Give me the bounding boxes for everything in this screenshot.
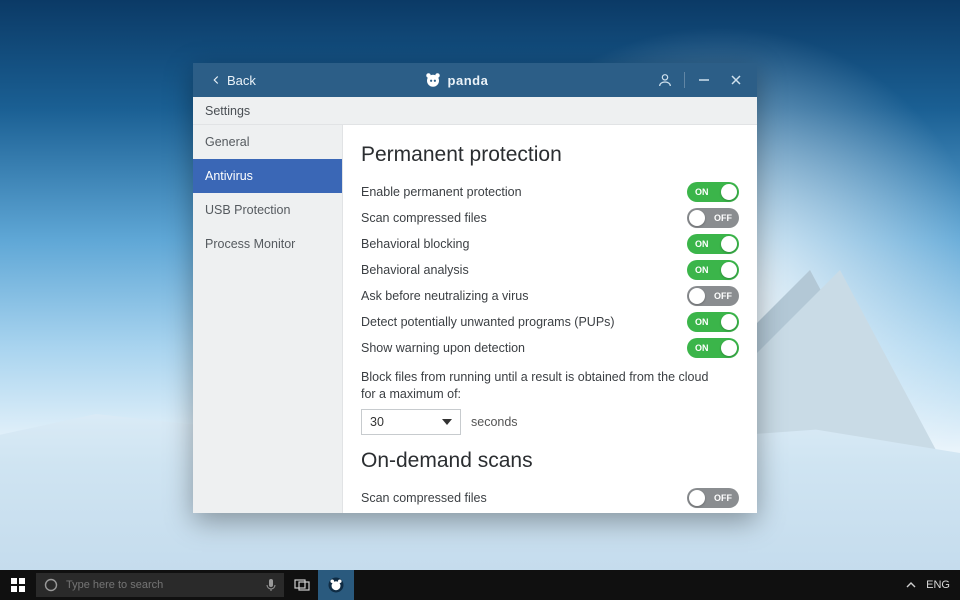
block-timeout-row: 30 seconds xyxy=(361,409,739,435)
option-row: Behavioral blocking ON xyxy=(361,231,739,257)
sidebar-item-general[interactable]: General xyxy=(193,125,342,159)
block-timeout-value: 30 xyxy=(370,415,384,429)
sidebar-item-process-monitor[interactable]: Process Monitor xyxy=(193,227,342,261)
option-label: Scan compressed files xyxy=(361,211,687,225)
close-button[interactable] xyxy=(721,68,751,92)
toggle-knob xyxy=(689,288,705,304)
option-row: Scan compressed files OFF xyxy=(361,485,739,511)
option-row: Scan compressed files OFF xyxy=(361,205,739,231)
back-button[interactable]: Back xyxy=(203,69,262,92)
toggle-text: OFF xyxy=(714,493,732,503)
option-label: Behavioral blocking xyxy=(361,237,687,251)
separator xyxy=(684,72,685,88)
option-row: Enable permanent protection ON xyxy=(361,179,739,205)
chevron-left-icon xyxy=(209,73,223,87)
start-button[interactable] xyxy=(0,570,36,600)
cortana-circle-icon xyxy=(44,578,58,592)
block-timeout-unit: seconds xyxy=(471,415,518,429)
breadcrumb-label: Settings xyxy=(205,104,250,118)
back-label: Back xyxy=(227,73,256,88)
breadcrumb: Settings xyxy=(193,97,757,125)
section-title-ondemand: On-demand scans xyxy=(361,449,739,473)
tray-language[interactable]: ENG xyxy=(926,579,950,591)
taskbar-app-panda[interactable] xyxy=(318,570,354,600)
toggle-text: OFF xyxy=(714,291,732,301)
brand: panda xyxy=(262,71,650,89)
toggle-show-warning[interactable]: ON xyxy=(687,338,739,358)
section-title-permanent: Permanent protection xyxy=(361,143,739,167)
option-row: Ask before neutralizing a virus OFF xyxy=(361,283,739,309)
settings-sidebar: General Antivirus USB Protection Process… xyxy=(193,125,343,513)
toggle-text: ON xyxy=(695,317,709,327)
toggle-knob xyxy=(721,340,737,356)
toggle-knob xyxy=(721,314,737,330)
toggle-knob xyxy=(721,184,737,200)
toggle-scan-compressed-perm[interactable]: OFF xyxy=(687,208,739,228)
brand-text: panda xyxy=(448,73,489,88)
toggle-scan-compressed-od[interactable]: OFF xyxy=(687,488,739,508)
sidebar-item-label: General xyxy=(205,135,249,149)
sidebar-item-label: Process Monitor xyxy=(205,237,295,251)
system-tray: ENG xyxy=(896,570,960,600)
toggle-text: ON xyxy=(695,265,709,275)
minimize-button[interactable] xyxy=(689,68,719,92)
toggle-knob xyxy=(721,262,737,278)
option-label: Show warning upon detection xyxy=(361,341,687,355)
tray-chevron-up-icon[interactable] xyxy=(906,570,916,600)
task-view-icon xyxy=(294,579,310,591)
panda-settings-window: Back panda xyxy=(193,63,757,513)
sidebar-item-usb-protection[interactable]: USB Protection xyxy=(193,193,342,227)
toggle-knob xyxy=(721,236,737,252)
option-row: Detect potentially unwanted programs (PU… xyxy=(361,511,739,513)
option-label: Behavioral analysis xyxy=(361,263,687,277)
sidebar-item-label: Antivirus xyxy=(205,169,253,183)
window-controls xyxy=(650,68,751,92)
toggle-knob xyxy=(689,490,705,506)
option-label: Scan compressed files xyxy=(361,491,687,505)
toggle-text: ON xyxy=(695,343,709,353)
block-timeout-select[interactable]: 30 xyxy=(361,409,461,435)
panda-logo-icon xyxy=(424,71,442,89)
user-icon xyxy=(657,72,673,88)
mic-icon xyxy=(266,578,276,592)
taskbar-search[interactable] xyxy=(36,573,284,597)
sidebar-item-label: USB Protection xyxy=(205,203,290,217)
desktop-wallpaper: Back panda xyxy=(0,0,960,600)
settings-content: Permanent protection Enable permanent pr… xyxy=(343,125,757,513)
close-icon xyxy=(730,74,742,86)
panda-app-icon xyxy=(327,576,345,594)
task-view-button[interactable] xyxy=(286,570,318,600)
toggle-detect-pups-perm[interactable]: ON xyxy=(687,312,739,332)
taskbar: ENG xyxy=(0,570,960,600)
option-row: Show warning upon detection ON xyxy=(361,335,739,361)
option-row: Behavioral analysis ON xyxy=(361,257,739,283)
toggle-text: ON xyxy=(695,239,709,249)
sidebar-item-antivirus[interactable]: Antivirus xyxy=(193,159,342,193)
titlebar: Back panda xyxy=(193,63,757,97)
toggle-ask-before-neutralizing[interactable]: OFF xyxy=(687,286,739,306)
account-button[interactable] xyxy=(650,68,680,92)
window-body: General Antivirus USB Protection Process… xyxy=(193,125,757,513)
caret-down-icon xyxy=(442,417,452,427)
windows-logo-icon xyxy=(11,578,25,592)
toggle-behavioral-blocking[interactable]: ON xyxy=(687,234,739,254)
toggle-text: ON xyxy=(695,187,709,197)
option-label: Detect potentially unwanted programs (PU… xyxy=(361,315,687,329)
minimize-icon xyxy=(698,74,710,86)
block-note: Block files from running until a result … xyxy=(361,369,721,403)
option-row: Detect potentially unwanted programs (PU… xyxy=(361,309,739,335)
settings-scroll[interactable]: Permanent protection Enable permanent pr… xyxy=(343,125,757,513)
toggle-behavioral-analysis[interactable]: ON xyxy=(687,260,739,280)
toggle-text: OFF xyxy=(714,213,732,223)
option-label: Enable permanent protection xyxy=(361,185,687,199)
taskbar-search-input[interactable] xyxy=(66,579,258,591)
toggle-enable-permanent-protection[interactable]: ON xyxy=(687,182,739,202)
option-label: Ask before neutralizing a virus xyxy=(361,289,687,303)
toggle-knob xyxy=(689,210,705,226)
